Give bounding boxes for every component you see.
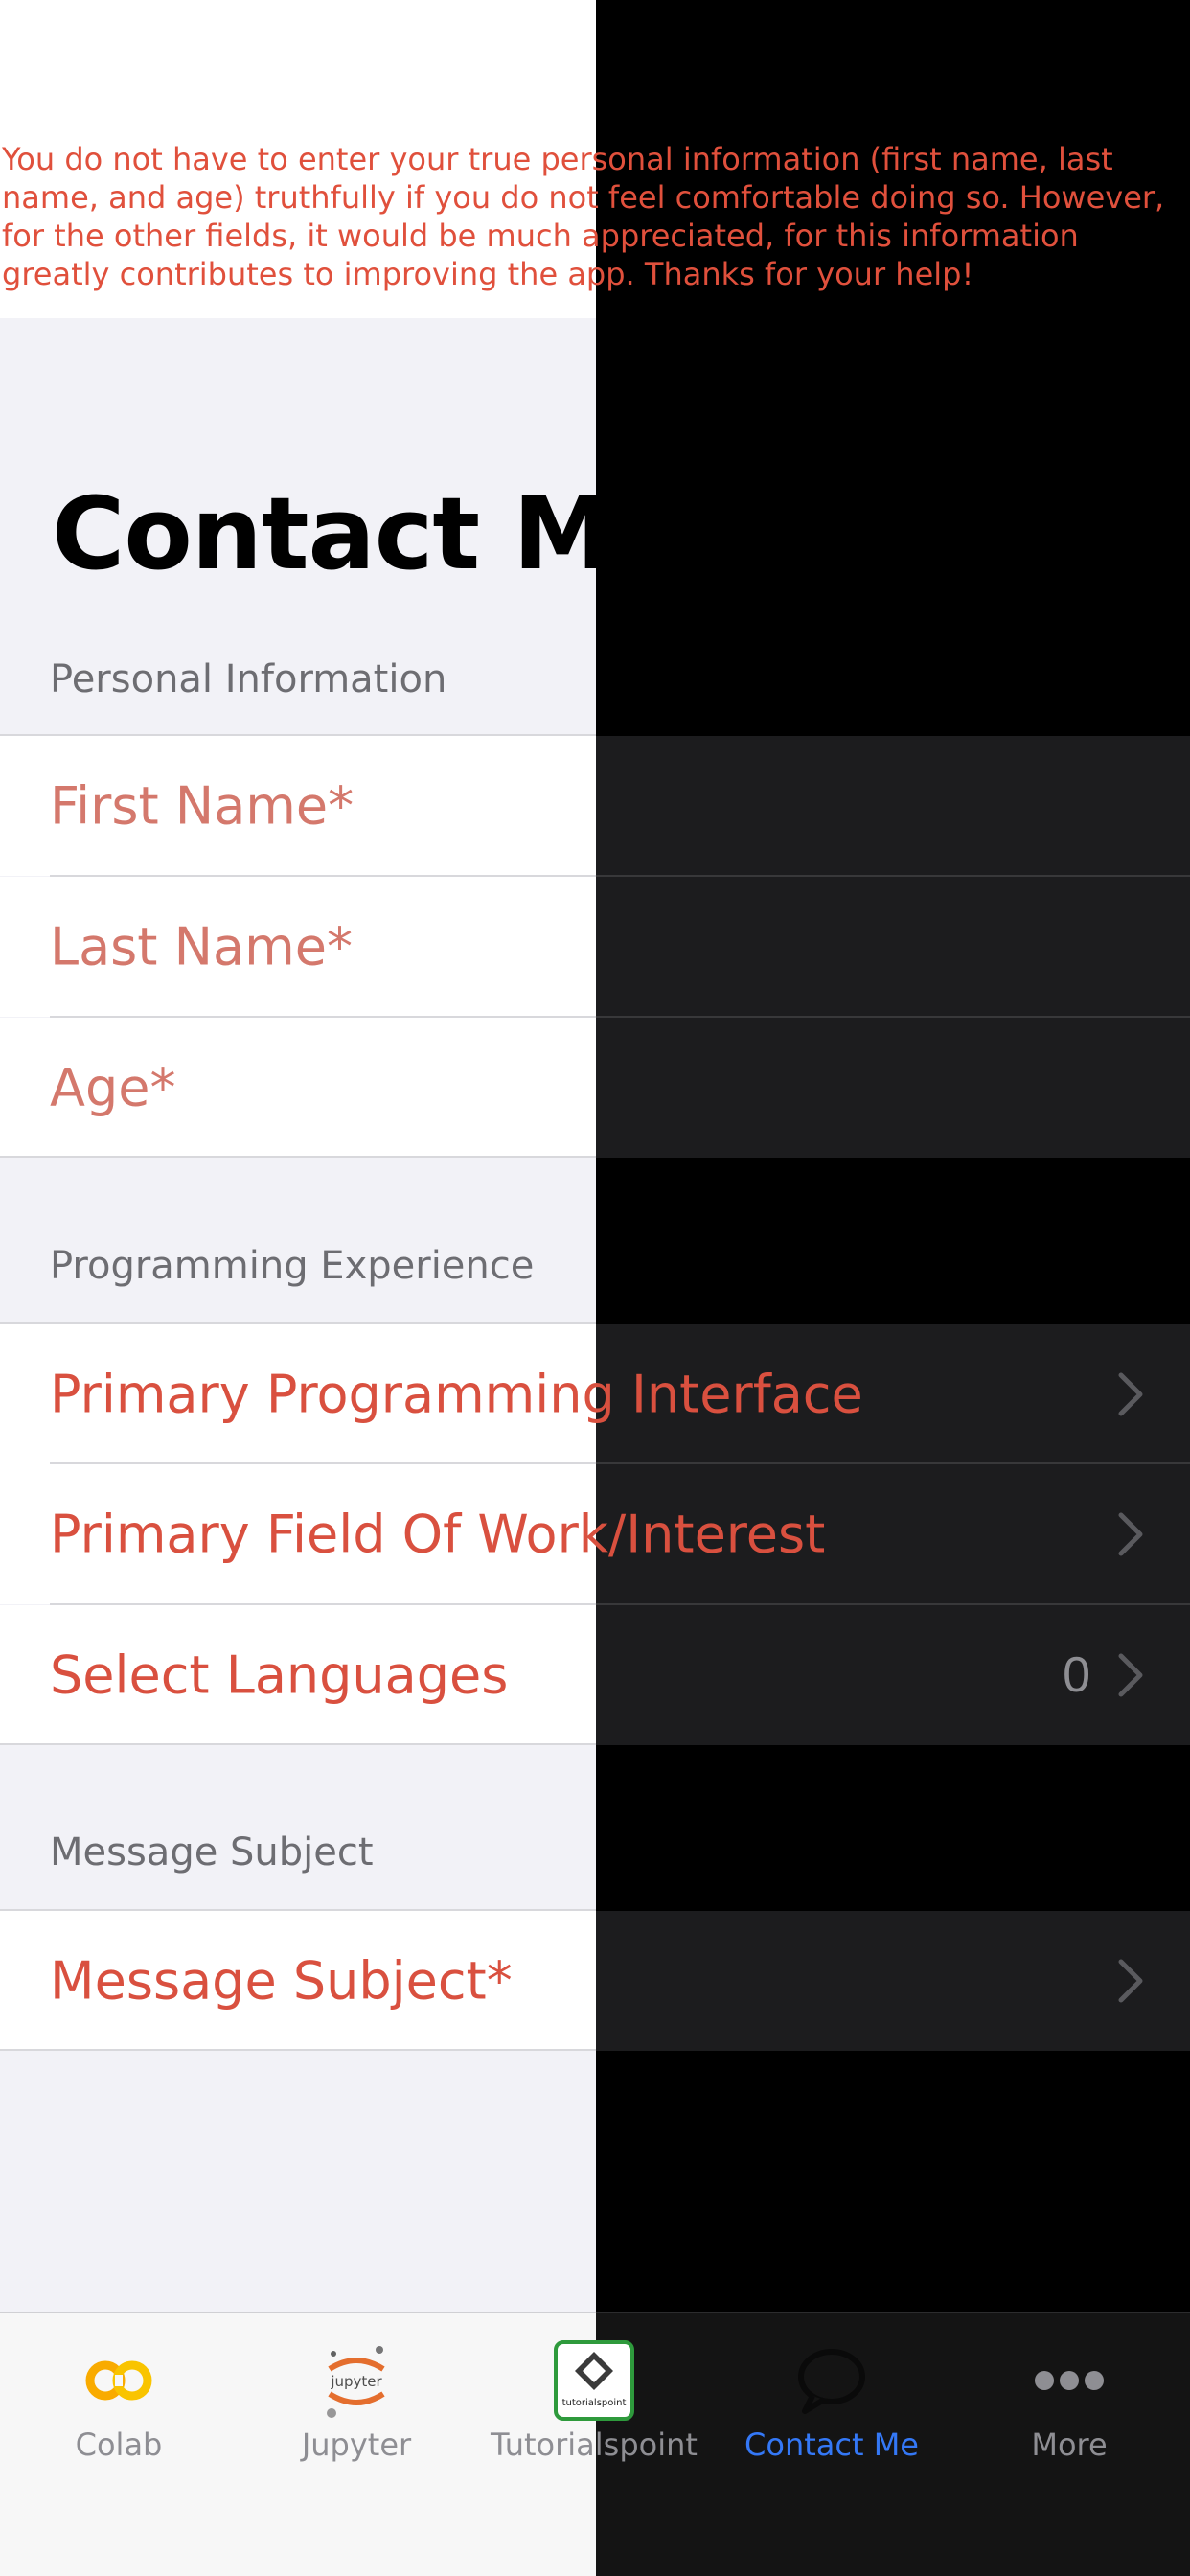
languages-count: 0 (1063, 1647, 1090, 1703)
background-light (0, 0, 596, 2576)
last-name-field[interactable]: Last Name* (0, 877, 1190, 1017)
speech-bubble-icon (798, 2349, 865, 2414)
divider (0, 1743, 596, 1745)
first-name-field[interactable]: First Name* (0, 736, 1190, 876)
age-placeholder: Age* (50, 1057, 176, 1118)
tab-contact-me[interactable]: Contact Me (713, 2312, 950, 2503)
svg-text:tutorialspoint: tutorialspoint (562, 2398, 627, 2408)
tab-tutorialspoint-label: Tutorialspoint (491, 2426, 698, 2463)
primary-interface-row[interactable]: Primary Programming Interface (0, 1324, 1190, 1464)
tab-colab-label: Colab (75, 2426, 163, 2463)
chevron-right-icon (1118, 1959, 1143, 2003)
tab-colab[interactable]: Colab (0, 2312, 238, 2503)
ellipsis-icon (1035, 2371, 1104, 2390)
background-dark (596, 0, 1190, 2576)
tab-tutorialspoint[interactable]: tutorialspoint Tutorialspoint (475, 2312, 713, 2503)
tab-jupyter[interactable]: jupyter Jupyter (238, 2312, 475, 2503)
page-title: Contact Me (52, 475, 678, 592)
tab-more-label: More (1031, 2426, 1108, 2463)
divider (0, 1156, 596, 1158)
section-header-message: Message Subject (50, 1830, 374, 1874)
tab-jupyter-label: Jupyter (301, 2426, 412, 2463)
message-subject-label: Message Subject* (50, 1950, 513, 2012)
divider (0, 2049, 596, 2051)
privacy-notice: You do not have to enter your true perso… (2, 141, 1165, 292)
tab-more[interactable]: More (950, 2312, 1188, 2503)
chevron-right-icon (1118, 1653, 1143, 1697)
primary-interface-label: Primary Programming Interface (50, 1364, 863, 1425)
tab-contact-me-label: Contact Me (744, 2426, 919, 2463)
tutorialspoint-icon: tutorialspoint (554, 2340, 634, 2421)
message-subject-row[interactable]: Message Subject* (0, 1911, 1190, 2051)
jupyter-icon: jupyter (327, 2346, 385, 2418)
age-field[interactable]: Age* (0, 1018, 1190, 1158)
tab-bar: Colab jupyter Jupyter tutorialspoint Tut… (0, 2312, 1190, 2576)
section-header-personal: Personal Information (50, 657, 447, 702)
chevron-right-icon (1118, 1512, 1143, 1556)
chevron-right-icon (1118, 1372, 1143, 1416)
primary-field-label: Primary Field Of Work/Interest (50, 1504, 826, 1565)
select-languages-row[interactable]: Select Languages 0 (0, 1605, 1190, 1745)
first-name-placeholder: First Name* (50, 775, 355, 837)
section-header-programming: Programming Experience (50, 1244, 535, 1288)
primary-field-row[interactable]: Primary Field Of Work/Interest (0, 1464, 1190, 1604)
colab-icon (85, 2360, 152, 2401)
last-name-placeholder: Last Name* (50, 916, 353, 978)
svg-text:jupyter: jupyter (330, 2373, 382, 2390)
select-languages-label: Select Languages (50, 1644, 509, 1706)
